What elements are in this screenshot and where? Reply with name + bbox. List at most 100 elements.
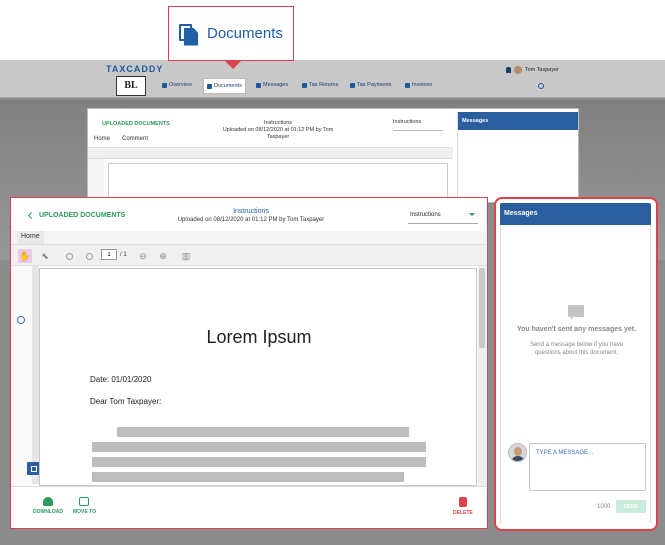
document-title: Instructions [233, 208, 269, 215]
next-page-button[interactable] [82, 249, 96, 263]
messages-body: You haven't sent any messages yet. Send … [500, 225, 651, 523]
nav-tax-returns-label: Tax Returns [309, 82, 339, 88]
messages-title: Messages [500, 203, 651, 225]
nav-documents[interactable]: Documents [203, 78, 246, 94]
zoom-out-button[interactable]: ⊖ [136, 249, 150, 263]
avatar-face [514, 447, 522, 456]
scrollbar-thumb[interactable] [479, 268, 485, 348]
cursor-icon: ⬉ [41, 250, 49, 261]
message-icon [256, 82, 261, 88]
viewer-tabbar: Home [11, 231, 486, 244]
page-number-input[interactable] [101, 249, 117, 260]
bg-back-link: UPLOADED DOCUMENTS [102, 121, 170, 127]
redacted-line [117, 427, 409, 437]
bg-viewer-left: UPLOADED DOCUMENTS Instructions Uploaded… [88, 109, 453, 204]
character-count: 1000 [597, 504, 611, 510]
background-viewer-window: UPLOADED DOCUMENTS Instructions Uploaded… [87, 108, 579, 204]
move-icon [79, 497, 90, 506]
sidebar-divider [32, 266, 39, 484]
tab-home[interactable]: Home [17, 231, 44, 244]
documents-icon [179, 22, 199, 46]
zoom-in-button[interactable]: ⊕ [156, 249, 170, 263]
document-viewer: UPLOADED DOCUMENTS Instructions Uploaded… [10, 197, 488, 529]
dollar-icon [350, 82, 355, 88]
callout-label: Documents [207, 25, 283, 42]
arrow-up-icon [65, 252, 73, 260]
send-button[interactable]: SEND [616, 500, 646, 513]
empty-messages-subtitle: Send a message below if you have questio… [529, 342, 624, 356]
prev-page-button[interactable] [62, 249, 76, 263]
delete-label: DELETE [453, 510, 473, 516]
nav-tax-payments-label: Tax Payments [357, 82, 392, 88]
redacted-line [92, 472, 404, 482]
redacted-line [92, 457, 426, 467]
nav-overview[interactable]: Overview [162, 82, 192, 88]
invoice-icon [405, 82, 410, 88]
document-select[interactable]: Instructions [408, 210, 478, 224]
layout-button[interactable]: ▥ [179, 249, 193, 263]
bg-doc-select: Instructions [393, 119, 443, 131]
document-subtitle: Uploaded on 08/12/2020 at 01:12 PM by To… [177, 217, 325, 223]
nav-invoices-label: Invoices [412, 82, 433, 88]
uploaded-documents-back-link[interactable]: UPLOADED DOCUMENTS [27, 211, 126, 220]
bg-tab-comment: Comment [122, 136, 149, 142]
document-salutation: Dear Tom Taxpayer: [90, 397, 162, 406]
nav-invoices[interactable]: Invoices [405, 82, 432, 88]
brand-name: TAXCADDY [106, 64, 164, 74]
document-select-value: Instructions [410, 212, 441, 218]
callout-pointer [225, 61, 241, 69]
screenshot-stage: TAXCADDY BL Overview Documents Messages … [0, 0, 665, 545]
bg-doc-subtitle: Uploaded on 08/12/2020 at 01:12 PM by To… [222, 127, 334, 140]
documents-icon-front [184, 27, 198, 46]
pan-tool-button[interactable]: ✋ [18, 249, 32, 263]
redacted-line [92, 442, 426, 452]
messages-panel: Messages You haven't sent any messages y… [494, 197, 658, 531]
select-tool-button[interactable]: ⬉ [38, 249, 52, 263]
caret-down-icon [469, 213, 475, 216]
zoom-out-icon: ⊖ [139, 250, 147, 261]
avatar-body [511, 456, 525, 461]
download-label: DOWNLOAD [33, 509, 63, 515]
tax-returns-icon [302, 82, 307, 88]
search-icon[interactable] [17, 316, 25, 324]
document-scrollbar[interactable] [478, 266, 486, 486]
bg-toolbar [88, 147, 453, 159]
bg-tabs: Home Comment [94, 136, 148, 142]
user-name: Tom Taxpayer [524, 67, 559, 73]
nav-tax-returns[interactable]: Tax Returns [302, 82, 338, 88]
user-menu[interactable]: Tom Taxpayer [505, 66, 559, 74]
viewer-sidebar [11, 266, 477, 512]
bell-icon[interactable] [505, 67, 511, 73]
bg-tab-home: Home [94, 136, 111, 142]
documents-callout: Documents [168, 6, 294, 61]
bg-messages-panel: Messages [457, 112, 578, 202]
page-navigator: / 1 [101, 249, 127, 260]
chat-bubble-icon [568, 305, 584, 320]
home-icon [162, 82, 167, 88]
chevron-left-icon [27, 211, 36, 220]
download-button[interactable]: DOWNLOAD [33, 497, 63, 515]
nav-tax-payments[interactable]: Tax Payments [350, 82, 392, 88]
bg-title-block: Instructions Uploaded on 08/12/2020 at 0… [218, 120, 338, 141]
delete-button[interactable]: DELETE [453, 497, 473, 516]
search-icon[interactable] [538, 83, 544, 89]
document-page: Lorem Ipsum Date: 01/01/2020 Dear Tom Ta… [39, 268, 477, 486]
viewer-toolbar: ✋ ⬉ / 1 ⊖ ⊕ ▥ [11, 244, 486, 266]
empty-messages-title: You haven't sent any messages yet. [516, 326, 637, 333]
bg-doc-title: Instructions [263, 120, 293, 126]
firm-logo: BL [116, 76, 146, 96]
avatar [508, 443, 527, 462]
hand-icon: ✋ [19, 250, 31, 261]
app-navbar: TAXCADDY BL Overview Documents Messages … [0, 60, 665, 98]
bg-messages-title: Messages [458, 112, 578, 130]
nav-overview-label: Overview [169, 82, 192, 88]
move-to-button[interactable]: MOVE TO [73, 497, 96, 515]
arrow-down-icon [85, 252, 93, 260]
zoom-in-icon: ⊕ [159, 250, 167, 261]
back-link-label: UPLOADED DOCUMENTS [39, 212, 126, 219]
message-input[interactable] [529, 443, 646, 491]
columns-icon: ▥ [181, 250, 191, 261]
avatar [513, 66, 522, 74]
nav-messages[interactable]: Messages [256, 82, 288, 88]
page-total: / 1 [120, 251, 127, 258]
